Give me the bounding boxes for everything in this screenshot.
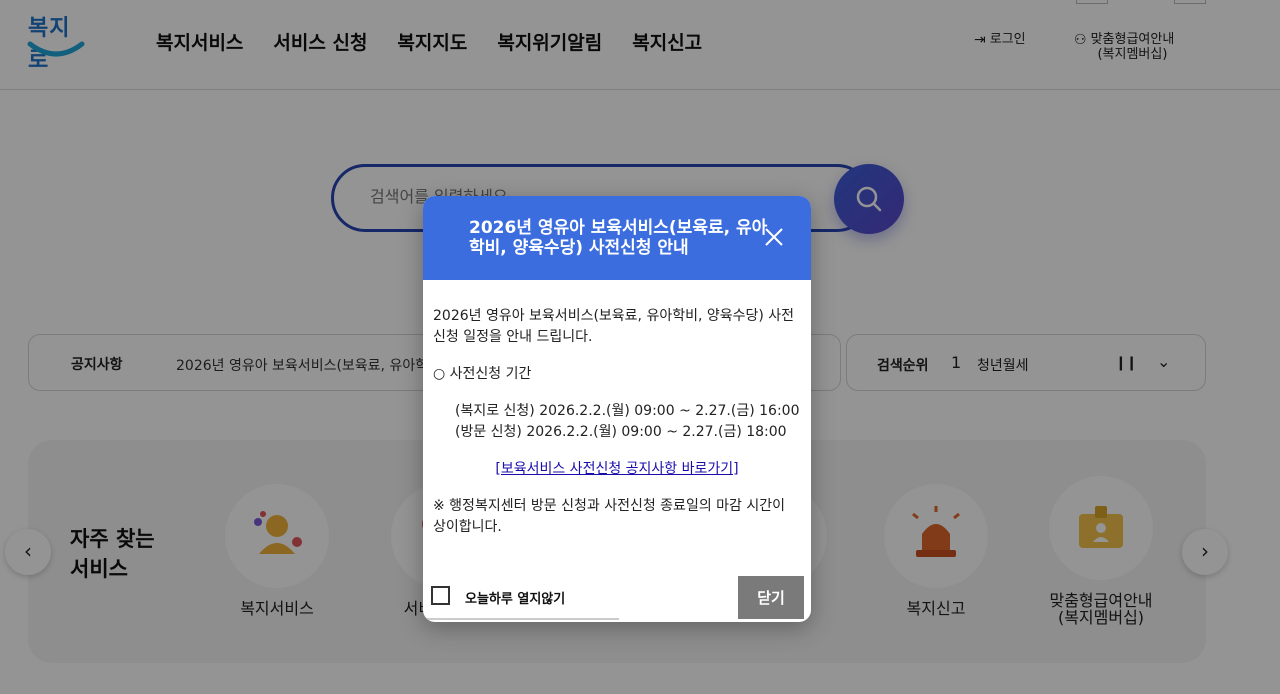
popup-notice-link[interactable]: [보육서비스 사전신청 공지사항 바로가기] — [433, 459, 801, 480]
popup-body: 2026년 영유아 보육서비스(보육료, 유아학비, 양육수당) 사전신청 일정… — [433, 306, 801, 538]
popup-header: 2026년 영유아 보육서비스(보육료, 유아학비, 양육수당) 사전신청 안내 — [423, 196, 811, 280]
notice-popup: 2026년 영유아 보육서비스(보육료, 유아학비, 양육수당) 사전신청 안내… — [423, 196, 811, 622]
popup-period-online: (복지로 신청) 2026.2.2.(월) 09:00 ~ 2.27.(금) 1… — [455, 403, 800, 419]
dont-show-today-label[interactable]: 오늘하루 열지않기 — [465, 588, 565, 607]
popup-period-visit: (방문 신청) 2026.2.2.(월) 09:00 ~ 2.27.(금) 18… — [455, 424, 787, 440]
popup-title: 2026년 영유아 보육서비스(보육료, 유아학비, 양육수당) 사전신청 안내 — [469, 218, 768, 258]
dont-show-today-checkbox[interactable] — [431, 586, 450, 605]
popup-period-heading: ○ 사전신청 기간 — [433, 366, 532, 382]
close-icon[interactable] — [763, 226, 785, 248]
popup-note: ※ 행정복지센터 방문 신청과 사전신청 종료일의 마감 시간이 상이합니다. — [433, 498, 786, 535]
popup-footer: 오늘하루 열지않기 닫기 — [423, 574, 811, 622]
popup-intro: 2026년 영유아 보육서비스(보육료, 유아학비, 양육수당) 사전신청 일정… — [433, 308, 795, 345]
popup-close-button[interactable]: 닫기 — [738, 576, 804, 619]
footer-divider — [423, 618, 619, 620]
